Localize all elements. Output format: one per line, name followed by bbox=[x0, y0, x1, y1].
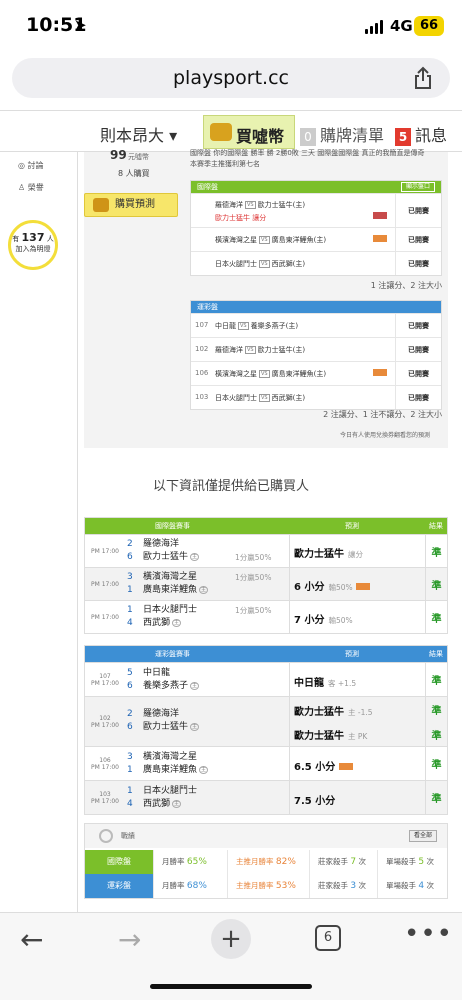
stats-panel: 戰績 看全部 國際盤 月勝率 65% 主推月勝率 82% 莊家殺手 7 次 單場… bbox=[84, 823, 448, 899]
table-row: 106 PM 17:00 31 橫濱海灣之星 廣島東洋鯉魚主 6.5 小分 準 bbox=[85, 746, 447, 780]
forward-arrow-icon[interactable]: → bbox=[118, 923, 141, 956]
messages-link[interactable]: 5 訊息 bbox=[395, 122, 447, 146]
result-win: 準 bbox=[425, 663, 447, 696]
lottery-picks-table: 運彩盤 107 中日龍 VS 養樂多燕子(主) 已開賽 102 羅德海洋 VS 歐力士猛… bbox=[190, 300, 442, 410]
pick-tag-icon bbox=[373, 369, 387, 376]
messages-label: 訊息 bbox=[415, 126, 448, 145]
usage-note: 今日有人使用兌換券翻看您的預測 bbox=[340, 432, 431, 439]
table-row: 107 中日龍 VS 養樂多燕子(主) 已開賽 bbox=[191, 313, 441, 337]
show-odds-button[interactable]: 顯示盤口 bbox=[400, 182, 435, 192]
coin-icon bbox=[93, 198, 109, 212]
table-row: 103 日本火腿鬥士 VS 西武獅(主) 已開賽 bbox=[191, 385, 441, 409]
result-win: 準 bbox=[425, 535, 447, 567]
table-row: PM 17:00 31 橫濱海灣之星 廣島東洋鯉魚主 1分贏50% 6 小分 輸50… bbox=[85, 567, 447, 600]
purchase-list-label: 購牌清單 bbox=[320, 126, 385, 145]
result-win: 準 bbox=[425, 697, 447, 722]
lottery-results-header: 運彩盤賽事 預測 結果 bbox=[85, 646, 447, 662]
sidebar-item-discuss[interactable]: ◎ 討論 bbox=[18, 160, 44, 171]
more-dots-icon[interactable]: ••• bbox=[404, 919, 453, 949]
purchase-list-link[interactable]: 0 購牌清單 bbox=[300, 122, 384, 146]
home-indicator bbox=[150, 984, 312, 989]
lamp-count: 137 bbox=[21, 231, 45, 244]
intl-picks-table: 國際盤 顯示盤口 羅德海洋 VS 歐力士猛牛(主) 歐力士猛牛 讓分 已開賽 橫濱海… bbox=[190, 180, 442, 276]
stats-row-lottery: 運彩盤 月勝率 68% 主推月勝率 53% 莊家殺手 3 次 單場殺手 4 次 bbox=[85, 874, 447, 898]
signal-icon bbox=[365, 20, 385, 34]
buyer-count: 8 人購買 bbox=[118, 169, 150, 178]
result-win: 準 bbox=[425, 722, 447, 747]
table-row: 103 PM 17:00 14 日本火腿鬥士 西武獅主 7.5 小分 準 bbox=[85, 780, 447, 814]
pick-tag-icon bbox=[373, 212, 387, 219]
table-row: 橫濱海灣之星 VS 廣島東洋鯉魚(主) 已開賽 bbox=[191, 227, 441, 251]
intl-picks-summary: 1 注讓分、2 注大小 bbox=[370, 281, 442, 290]
status-bar: 10:51 ➤ 4G 66 bbox=[0, 0, 462, 52]
pick-tag-icon bbox=[355, 583, 370, 590]
intl-picks-header: 國際盤 顯示盤口 bbox=[191, 181, 441, 193]
address-bar[interactable]: playsport.cc bbox=[12, 58, 450, 98]
stats-title: 戰績 bbox=[121, 832, 135, 840]
table-row: 102 PM 17:00 26 羅德海洋 歐力士猛牛主 歐力士猛牛主 -1.5 歐力… bbox=[85, 696, 447, 747]
intl-results-header: 國際盤賽事 預測 結果 bbox=[85, 518, 447, 534]
table-row: PM 17:00 26 羅德海洋 歐力士猛牛主 1分贏50% 歐力士猛牛 讓分 準 bbox=[85, 534, 447, 567]
lottery-picks-header: 運彩盤 bbox=[191, 301, 441, 313]
table-row: 羅德海洋 VS 歐力士猛牛(主) 歐力士猛牛 讓分 已開賽 bbox=[191, 193, 441, 227]
coin-icon bbox=[210, 123, 232, 141]
tab-switcher-button[interactable]: 6 bbox=[315, 925, 341, 951]
table-row: 日本火腿鬥士 VS 西武獅(主) 已開賽 bbox=[191, 251, 441, 275]
table-row: PM 17:00 14 日本火腿鬥士 西武獅主 1分贏50% 7 小分 輸50% 準 bbox=[85, 600, 447, 633]
predictor-description: 國際盤 你的國際盤 勝率 勝 2勝0敗 三天 國際盤國際盤 真正的我簡直是傳奇 … bbox=[190, 149, 425, 168]
back-arrow-icon[interactable]: ← bbox=[20, 923, 43, 956]
result-win: 準 bbox=[425, 781, 447, 814]
sidebar-item-honor[interactable]: ♙ 榮譽 bbox=[18, 182, 44, 193]
sidebar: ◎ 討論 ♙ 榮譽 有 137 人 加入為明燈 bbox=[0, 152, 78, 912]
result-win: 準 bbox=[425, 747, 447, 780]
share-icon[interactable] bbox=[412, 66, 434, 90]
buy-coins-label: 買噓幣 bbox=[236, 127, 285, 146]
pick-tag-icon bbox=[373, 235, 387, 242]
purchase-list-count: 0 bbox=[300, 128, 316, 146]
table-row: 102 羅德海洋 VS 歐力士猛牛(主) 已開賽 bbox=[191, 337, 441, 361]
chat-icon: ◎ bbox=[18, 161, 28, 170]
lamp-label: 加入為明燈 bbox=[15, 245, 51, 253]
lottery-results-table: 運彩盤賽事 預測 結果 107 PM 17:00 56 中日龍 養樂多燕子主 中日龍… bbox=[84, 645, 448, 815]
pick-tag-icon bbox=[339, 763, 354, 770]
result-win: 準 bbox=[425, 568, 447, 600]
buy-prediction-button[interactable]: 購買預測 bbox=[84, 193, 178, 217]
user-menu[interactable]: 則本昂大 ▾ bbox=[100, 122, 177, 146]
intl-results-table: 國際盤賽事 預測 結果 PM 17:00 26 羅德海洋 歐力士猛牛主 1分贏50… bbox=[84, 517, 448, 634]
buy-coins-button[interactable]: 買噓幣 bbox=[203, 115, 295, 149]
site-nav: 則本昂大 ▾ 買噓幣 0 購牌清單 5 訊息 bbox=[0, 110, 462, 152]
target-icon bbox=[99, 829, 113, 843]
network-type: 4G bbox=[390, 17, 413, 35]
lottery-picks-summary: 2 注讓分、1 注不讓分、2 注大小 bbox=[323, 410, 442, 419]
view-all-button[interactable]: 看全部 bbox=[408, 830, 437, 842]
stats-row-intl: 國際盤 月勝率 65% 主推月勝率 82% 莊家殺手 7 次 單場殺手 5 次 bbox=[85, 850, 447, 874]
battery-icon: 66 bbox=[414, 16, 444, 36]
lamp-followers-badge[interactable]: 有 137 人 加入為明燈 bbox=[8, 220, 58, 270]
table-row: 106 橫濱海灣之星 VS 廣島東洋鯉魚(主) 已開賽 bbox=[191, 361, 441, 385]
url-text[interactable]: playsport.cc bbox=[12, 58, 450, 98]
location-icon: ➤ bbox=[74, 16, 87, 34]
price-unit: 元噓幣 bbox=[128, 153, 149, 161]
buyers-only-title: 以下資訊僅提供給已購買人 bbox=[152, 479, 309, 494]
price-value: 99 bbox=[110, 148, 127, 162]
messages-count: 5 bbox=[395, 128, 411, 146]
table-row: 107 PM 17:00 56 中日龍 養樂多燕子主 中日龍客 +1.5 準 bbox=[85, 662, 447, 696]
new-tab-plus-icon[interactable]: + bbox=[211, 919, 251, 959]
medal-icon: ♙ bbox=[18, 183, 28, 192]
result-win: 準 bbox=[425, 601, 447, 633]
